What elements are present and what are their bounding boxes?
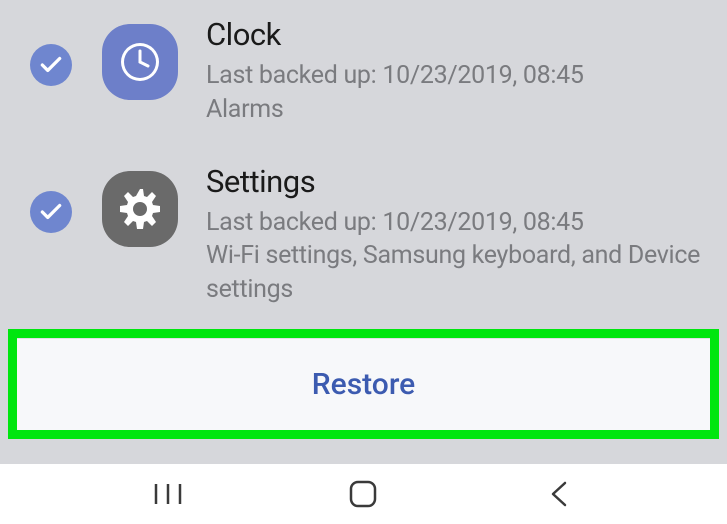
list-item[interactable]: Settings Last backed up: 10/23/2019, 08:… [0, 151, 727, 331]
item-backup-time: Last backed up: 10/23/2019, 08:45 [206, 59, 707, 93]
backup-items-list: Clock Last backed up: 10/23/2019, 08:45 … [0, 0, 727, 331]
clock-icon [102, 24, 178, 100]
restore-highlight: Restore [8, 329, 719, 439]
checkbox-clock[interactable] [30, 44, 72, 86]
list-item[interactable]: Clock Last backed up: 10/23/2019, 08:45 … [0, 4, 727, 151]
checkmark-icon [38, 199, 64, 225]
gear-icon [102, 171, 178, 247]
restore-button[interactable]: Restore [17, 338, 710, 430]
item-text: Settings Last backed up: 10/23/2019, 08:… [206, 163, 707, 307]
home-icon [348, 479, 378, 509]
item-title: Clock [206, 16, 707, 53]
item-text: Clock Last backed up: 10/23/2019, 08:45 … [206, 16, 707, 127]
checkbox-settings[interactable] [30, 191, 72, 233]
recents-button[interactable] [138, 474, 198, 514]
checkmark-icon [38, 52, 64, 78]
item-backup-time: Last backed up: 10/23/2019, 08:45 [206, 206, 707, 240]
home-button[interactable] [333, 474, 393, 514]
system-navbar [0, 464, 727, 524]
back-icon [547, 480, 571, 508]
back-button[interactable] [529, 474, 589, 514]
item-detail: Alarms [206, 93, 707, 127]
recents-icon [152, 482, 184, 506]
item-detail: Wi-Fi settings, Samsung keyboard, and De… [206, 239, 707, 307]
item-title: Settings [206, 163, 707, 200]
